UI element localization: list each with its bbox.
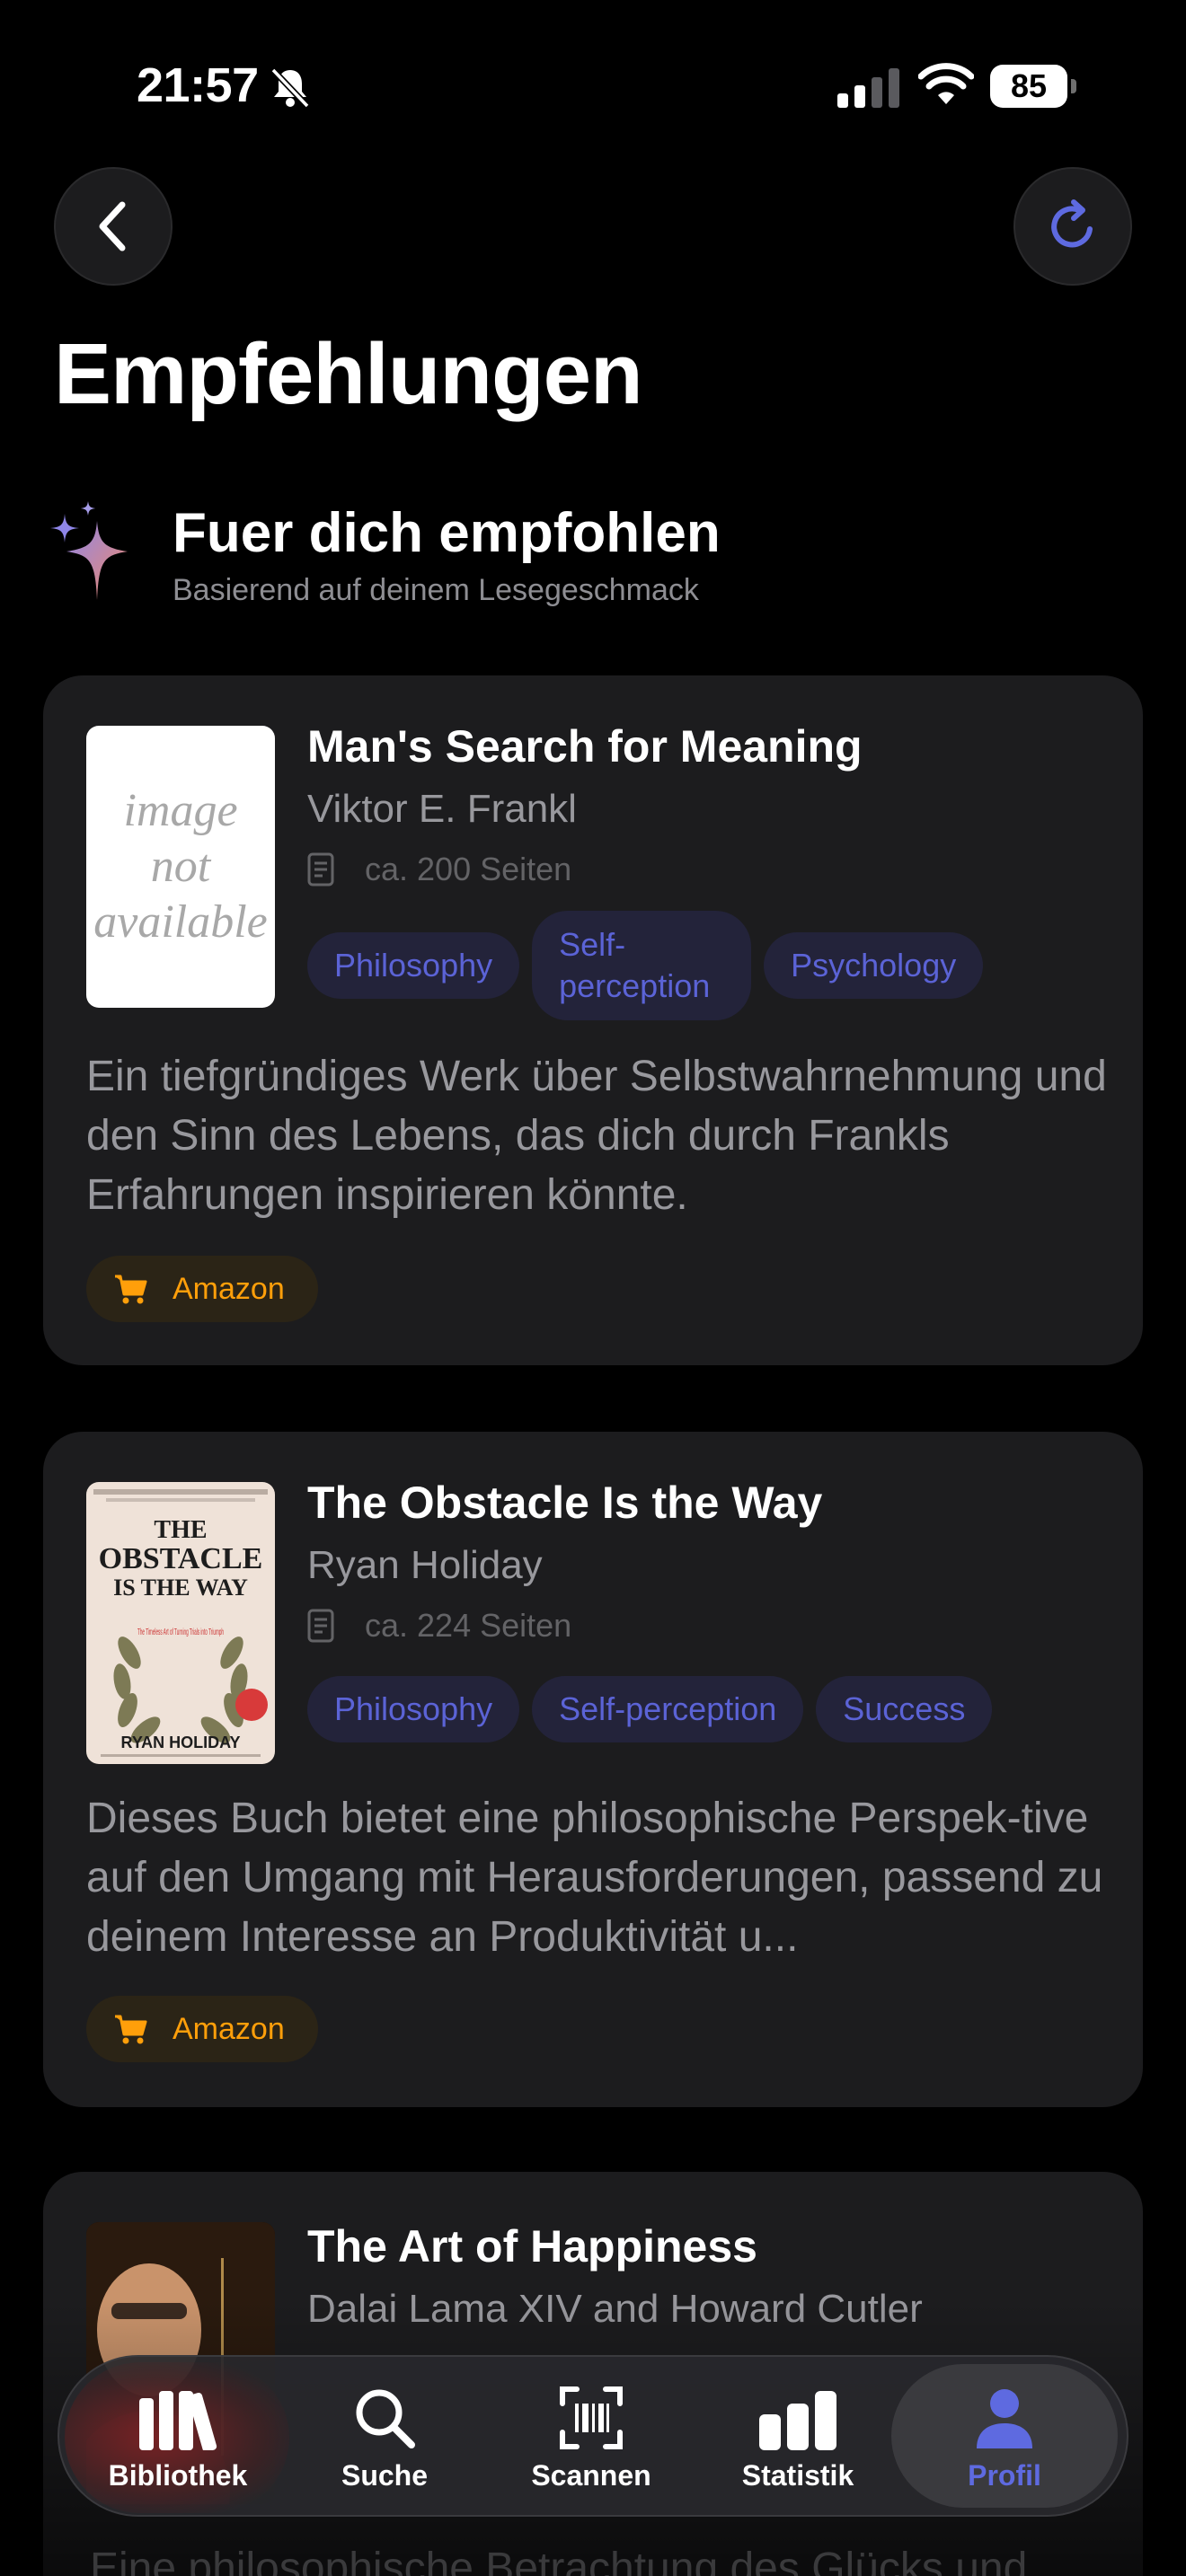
- book-description: Dieses Buch bietet eine philosophische P…: [86, 1795, 1103, 1961]
- person-icon: [977, 2388, 1032, 2448]
- battery-level: 85: [990, 65, 1067, 108]
- amazon-label: Amazon: [173, 2011, 285, 2046]
- battery-indicator: 85: [990, 65, 1076, 108]
- genre-tag[interactable]: Psychology: [764, 932, 984, 999]
- amazon-button[interactable]: Amazon: [86, 1256, 318, 1322]
- genre-tag[interactable]: Self-perception: [532, 1676, 804, 1742]
- tab-statistik[interactable]: Statistik: [699, 2357, 897, 2515]
- cover-subtitle: The Timeless Art of Turning Trials into …: [137, 1628, 224, 1637]
- book-title: Man's Search for Meaning: [307, 721, 863, 772]
- sparkles-icon: [50, 501, 128, 600]
- cover-title-line: OBSTACLE: [99, 1542, 263, 1575]
- book-author: Ryan Holiday: [307, 1543, 543, 1587]
- genre-tag[interactable]: Self-perception: [532, 911, 752, 1020]
- wifi-icon: [918, 63, 974, 104]
- book-author: Viktor E. Frankl: [307, 787, 577, 831]
- page-count-text: ca. 200 Seiten: [365, 851, 572, 887]
- bell-slash-icon: [270, 67, 310, 109]
- page-count: ca. 200 Seiten: [307, 850, 571, 889]
- section-title: Fuer dich empfohlen: [173, 502, 721, 564]
- tab-label: Suche: [341, 2458, 429, 2492]
- book-card[interactable]: THE OBSTACLE IS THE WAY The Timeless Art…: [43, 1432, 1143, 2107]
- book-description: Ein tiefgründiges Werk über Selbstwahrne…: [86, 1053, 1107, 1219]
- tag-list: Philosophy Self-perception Success: [307, 1676, 1005, 1742]
- book-card[interactable]: image not available Man's Search for Mea…: [43, 675, 1143, 1365]
- tab-profil[interactable]: Profil: [891, 2364, 1118, 2508]
- cover-title-line: THE: [154, 1516, 207, 1544]
- document-icon: [307, 852, 334, 887]
- barcode-scan-icon: [560, 2386, 623, 2449]
- search-icon: [356, 2389, 415, 2448]
- refresh-icon: [1051, 199, 1093, 248]
- book-title: The Obstacle Is the Way: [307, 1478, 823, 1528]
- refresh-button[interactable]: [1013, 167, 1132, 286]
- book-description-peek: Eine philosophische Betrachtung des Glüc…: [90, 2545, 1028, 2576]
- book-cover: THE OBSTACLE IS THE WAY The Timeless Art…: [86, 1482, 275, 1764]
- page-count-text: ca. 224 Seiten: [365, 1607, 572, 1644]
- tag-list: Philosophy Self-perception Psychology: [307, 911, 996, 1020]
- tab-suche[interactable]: Suche: [286, 2357, 483, 2515]
- tab-scannen[interactable]: Scannen: [492, 2357, 690, 2515]
- tab-label: Bibliothek: [108, 2458, 248, 2492]
- cart-icon: [115, 1275, 147, 1304]
- page-count: ca. 224 Seiten: [307, 1606, 571, 1645]
- tab-label: Scannen: [531, 2458, 651, 2492]
- tab-label: Profil: [968, 2458, 1041, 2492]
- cover-placeholder-text: image: [123, 785, 238, 836]
- bar-chart-icon: [759, 2390, 836, 2450]
- amazon-button[interactable]: Amazon: [86, 1996, 318, 2062]
- page-title: Empfehlungen: [54, 326, 643, 422]
- cover-author: RYAN HOLIDAY: [120, 1734, 240, 1751]
- genre-tag[interactable]: Philosophy: [307, 1676, 520, 1742]
- tab-bar: Bibliothek Suche Scannen Statistik Profi…: [58, 2355, 1128, 2517]
- document-icon: [307, 1609, 334, 1643]
- book-title: The Art of Happiness: [307, 2221, 757, 2272]
- genre-tag[interactable]: Success: [816, 1676, 993, 1742]
- cover-placeholder-text: not: [150, 841, 211, 892]
- genre-tag[interactable]: Philosophy: [307, 932, 520, 999]
- tab-label: Statistik: [741, 2458, 854, 2492]
- cart-icon: [115, 2015, 147, 2044]
- screen: 21:57 85 Empfehlungen Fuer dich empfohle…: [0, 0, 1186, 2576]
- section-header: Fuer dich empfohlen Basierend auf deinem…: [47, 501, 1125, 618]
- back-button[interactable]: [54, 167, 173, 286]
- cover-placeholder-text: available: [93, 896, 268, 948]
- chevron-left-icon: [99, 201, 126, 251]
- book-cover-placeholder: image not available: [86, 726, 275, 1008]
- status-time: 21:57: [137, 58, 259, 112]
- cover-title-line: IS THE WAY: [113, 1575, 248, 1601]
- section-subtitle: Basierend auf deinem Lesegeschmack: [173, 573, 699, 607]
- cellular-signal-icon: [837, 68, 899, 108]
- books-icon: [139, 2390, 217, 2450]
- amazon-label: Amazon: [173, 1271, 285, 1306]
- tab-bibliothek[interactable]: Bibliothek: [79, 2357, 277, 2515]
